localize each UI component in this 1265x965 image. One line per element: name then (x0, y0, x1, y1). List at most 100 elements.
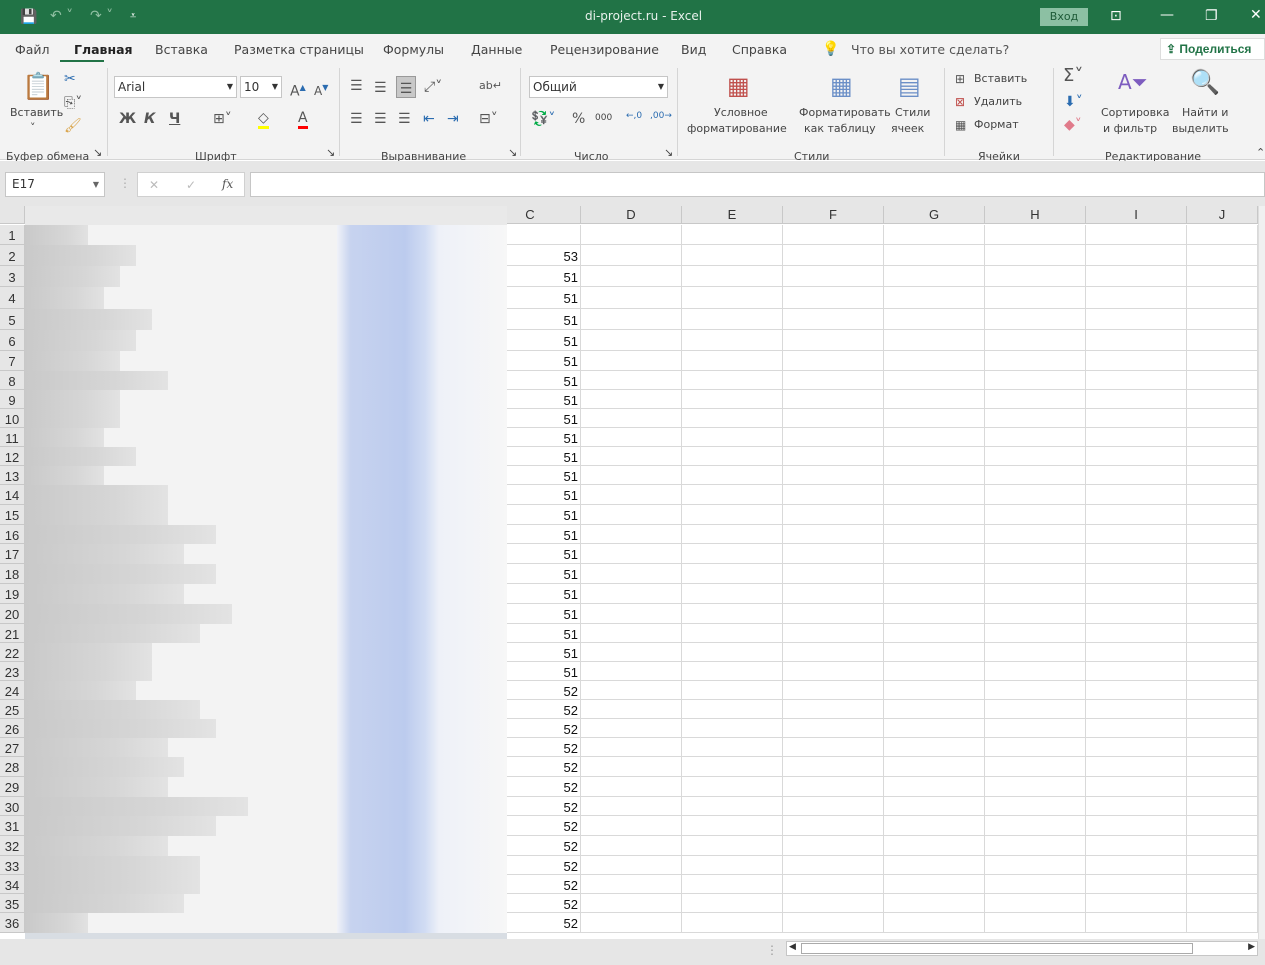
cell[interactable] (1187, 544, 1258, 564)
decrease-indent-icon[interactable]: ⇤ (423, 111, 435, 127)
row-header[interactable]: 27 (0, 738, 25, 757)
paste-icon[interactable]: 📋 (22, 72, 54, 102)
cell[interactable] (1187, 330, 1258, 351)
cell[interactable] (581, 351, 682, 371)
cell[interactable] (1187, 662, 1258, 681)
sort-filter-icon[interactable]: A⏷ (1118, 70, 1148, 94)
row-header[interactable]: 23 (0, 662, 25, 681)
cell[interactable] (1086, 428, 1187, 447)
cell[interactable] (985, 525, 1086, 544)
cell[interactable] (581, 757, 682, 777)
dialog-launcher-icon[interactable]: ↘ (664, 146, 673, 159)
customize-qat-icon[interactable]: ⩡ (130, 8, 136, 24)
cell[interactable] (783, 564, 884, 584)
autosum-icon[interactable]: Σ˅ (1063, 67, 1083, 85)
cell[interactable] (884, 681, 985, 700)
cell[interactable] (581, 604, 682, 624)
cell[interactable] (1187, 466, 1258, 485)
cell[interactable] (682, 266, 783, 287)
redo-icon[interactable]: ↷ ˅ (90, 8, 113, 24)
cell[interactable] (581, 738, 682, 757)
cell[interactable] (884, 604, 985, 624)
row-header[interactable]: 11 (0, 428, 25, 447)
cell[interactable] (783, 371, 884, 390)
cell[interactable] (985, 836, 1086, 856)
cell[interactable] (581, 913, 682, 933)
cell[interactable] (581, 681, 682, 700)
cell[interactable] (884, 875, 985, 894)
cell[interactable] (884, 913, 985, 933)
cell[interactable] (682, 330, 783, 351)
cell[interactable] (1187, 681, 1258, 700)
decrease-font-icon[interactable]: A▼ (314, 80, 328, 99)
cell[interactable] (581, 894, 682, 913)
cell[interactable] (1086, 447, 1187, 466)
cell[interactable] (1187, 700, 1258, 719)
align-bottom-icon[interactable]: ☰ (396, 76, 416, 98)
cell[interactable] (581, 225, 682, 245)
format-painter-icon[interactable]: 🖌 (64, 118, 82, 134)
clear-icon[interactable]: ◆˅ (1064, 117, 1082, 133)
cell[interactable] (1086, 913, 1187, 933)
cell[interactable] (1086, 564, 1187, 584)
tab-page-layout[interactable]: Разметка страницы (234, 42, 364, 57)
spreadsheet-grid[interactable]: ABCDEFGHIJ125335145155165175185195110511… (0, 206, 1258, 939)
share-button[interactable]: ⇪ Поделиться (1160, 38, 1265, 60)
name-box[interactable]: E17 ▼ (5, 172, 105, 197)
cell[interactable] (1187, 371, 1258, 390)
cell[interactable] (985, 351, 1086, 371)
format-cells-icon[interactable]: ▦ (955, 117, 966, 133)
cell[interactable] (884, 225, 985, 245)
cell[interactable] (682, 856, 783, 875)
cell[interactable] (682, 738, 783, 757)
cell[interactable] (783, 719, 884, 738)
cell[interactable] (682, 371, 783, 390)
cell[interactable] (581, 371, 682, 390)
row-header[interactable]: 14 (0, 485, 25, 505)
decrease-decimal-icon[interactable]: ,00→ (650, 111, 672, 121)
restore-icon[interactable]: ❐ (1205, 8, 1218, 24)
row-header[interactable]: 32 (0, 836, 25, 856)
cell[interactable] (581, 330, 682, 351)
cell[interactable] (682, 604, 783, 624)
cell-styles-label-1[interactable]: Стили (895, 106, 930, 119)
cell[interactable] (1086, 525, 1187, 544)
cell[interactable] (581, 662, 682, 681)
row-header[interactable]: 30 (0, 797, 25, 816)
cell[interactable] (682, 351, 783, 371)
cell[interactable] (1086, 330, 1187, 351)
cell[interactable] (1086, 643, 1187, 662)
cell[interactable] (682, 894, 783, 913)
cell[interactable] (783, 757, 884, 777)
cell[interactable] (884, 447, 985, 466)
cell[interactable] (682, 447, 783, 466)
insert-cells-button[interactable]: Вставить (974, 72, 1027, 85)
cell[interactable] (1086, 505, 1187, 525)
cell[interactable] (581, 719, 682, 738)
orientation-icon[interactable]: ⤢˅ (424, 79, 442, 95)
cell[interactable] (1086, 245, 1187, 266)
cell[interactable] (1086, 816, 1187, 836)
cell[interactable] (884, 351, 985, 371)
cell[interactable] (581, 797, 682, 816)
delete-cells-button[interactable]: Удалить (974, 95, 1022, 108)
cell[interactable] (783, 330, 884, 351)
cell[interactable] (581, 777, 682, 797)
select-all-corner[interactable] (0, 206, 25, 224)
column-header-D[interactable]: D (581, 206, 682, 224)
cell[interactable] (1086, 894, 1187, 913)
cell[interactable] (985, 544, 1086, 564)
cell[interactable] (581, 505, 682, 525)
row-header[interactable]: 2 (0, 245, 25, 266)
cell[interactable] (783, 544, 884, 564)
cell[interactable] (682, 816, 783, 836)
cell[interactable] (985, 390, 1086, 409)
format-as-table-label-2[interactable]: как таблицу (804, 122, 876, 135)
row-header[interactable]: 26 (0, 719, 25, 738)
cell[interactable] (985, 564, 1086, 584)
align-middle-icon[interactable]: ☰ (374, 80, 387, 96)
row-header[interactable]: 5 (0, 309, 25, 330)
row-header[interactable]: 17 (0, 544, 25, 564)
cell[interactable] (682, 564, 783, 584)
cell[interactable] (884, 544, 985, 564)
